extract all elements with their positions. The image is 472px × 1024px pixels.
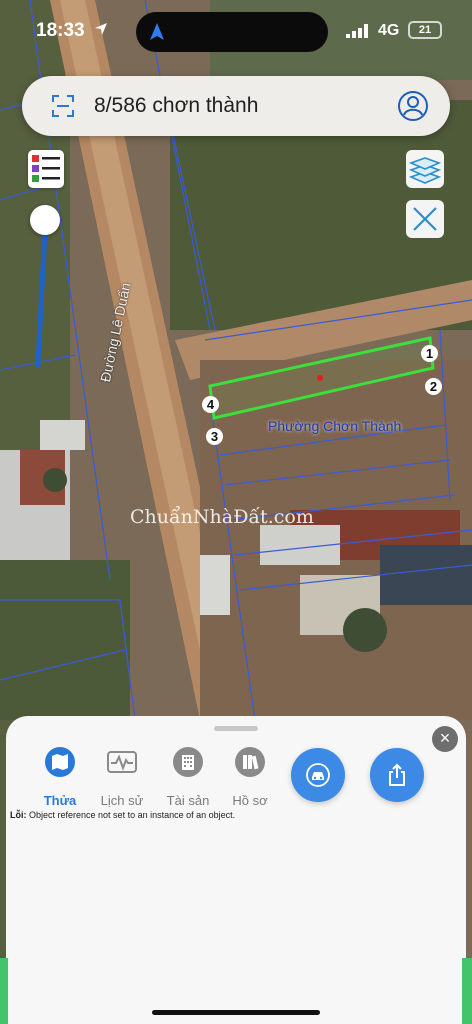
navigation-icon: [150, 23, 164, 40]
ruler-pencil-icon: [413, 207, 437, 231]
map-icon: [45, 747, 75, 777]
measure-tools-button[interactable]: [406, 200, 444, 238]
opacity-slider-knob[interactable]: [30, 205, 60, 235]
records-icon: [235, 747, 265, 777]
sheet-drag-handle[interactable]: [214, 726, 258, 731]
share-button[interactable]: [370, 748, 424, 802]
parcel-vertex-2: 2: [425, 378, 442, 395]
ward-label: Phường Chơn Thành: [268, 418, 402, 434]
network-type: 4G: [378, 22, 400, 39]
dynamic-island: [136, 12, 328, 52]
parcel-vertex-1: 1: [421, 345, 438, 362]
background-edge-left: [0, 958, 8, 1024]
home-indicator[interactable]: [152, 1010, 320, 1015]
legend-icon: [32, 155, 60, 182]
watermark: ChuẩnNhàĐất.com: [130, 506, 314, 528]
car-icon: [306, 763, 330, 787]
scan-icon[interactable]: [52, 95, 74, 117]
close-button[interactable]: ×: [432, 726, 458, 752]
tab-label: Thửa: [43, 793, 77, 808]
tab-thua[interactable]: Thửa: [30, 746, 90, 808]
tab-label: Hồ sơ: [232, 793, 268, 808]
parcel-vertex-3: 3: [206, 428, 223, 445]
share-icon: [389, 763, 405, 786]
background-edge-right: [462, 958, 472, 1024]
tab-ho-so[interactable]: Hồ sơ: [220, 746, 280, 808]
error-label: Lỗi:: [10, 810, 27, 820]
search-bar[interactable]: 8/586 chơn thành: [22, 76, 450, 136]
layers-button[interactable]: [406, 150, 444, 188]
tab-tai-san[interactable]: Tài sản: [158, 746, 218, 808]
tab-label: Tài sản: [166, 793, 210, 808]
search-query[interactable]: 8/586 chơn thành: [94, 94, 258, 118]
building-icon: [173, 747, 203, 777]
error-text: Object reference not set to an instance …: [29, 810, 236, 820]
location-arrow-icon: [95, 23, 107, 35]
layers-icon: [408, 157, 442, 184]
signal-icon: [346, 24, 368, 38]
directions-button[interactable]: [291, 748, 345, 802]
error-message: Lỗi: Object reference not set to an inst…: [10, 810, 235, 820]
legend-button[interactable]: [28, 150, 64, 188]
parcel-vertex-4: 4: [202, 396, 219, 413]
status-time: 18:33: [36, 20, 85, 41]
history-icon: [107, 751, 137, 773]
user-icon[interactable]: [397, 90, 429, 122]
tab-label: Lịch sử: [100, 793, 144, 808]
battery-indicator: 21: [408, 21, 442, 39]
tab-lich-su[interactable]: Lịch sử: [92, 746, 152, 808]
status-bar: 18:33 4G 21: [0, 0, 472, 60]
bottom-sheet[interactable]: × Thửa Lịch sử Tài sản Hồ sơ Lỗi: Object…: [6, 716, 466, 1024]
